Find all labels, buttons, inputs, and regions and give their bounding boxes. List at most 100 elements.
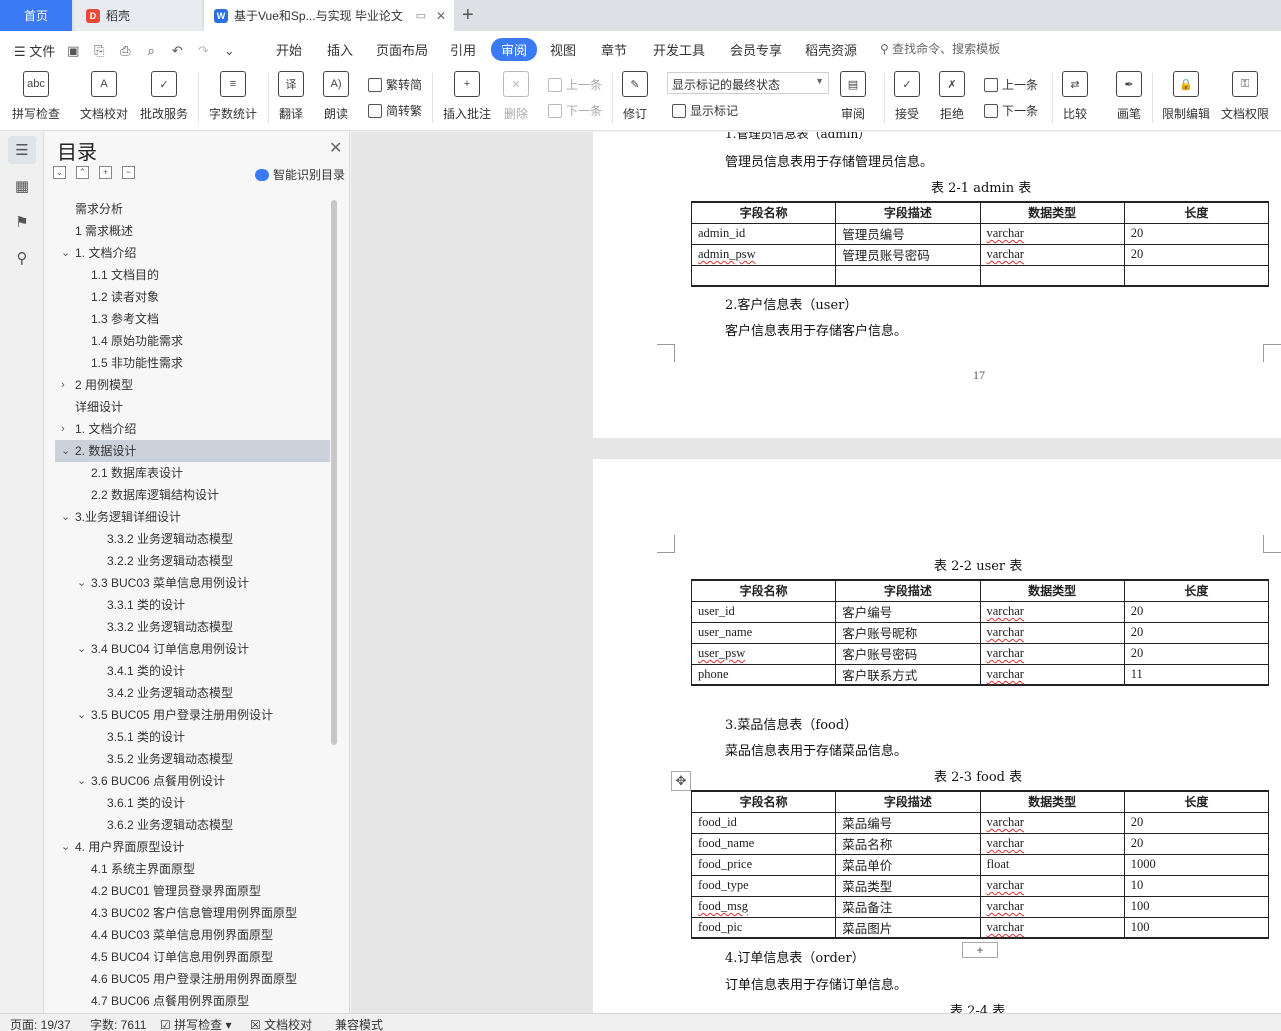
menu-tab-layout[interactable]: 页面布局 xyxy=(376,40,428,59)
toc-item[interactable]: 4.7 BUC06 点餐用例界面原型 xyxy=(55,990,330,1012)
table-cell[interactable]: 11 xyxy=(1123,663,1270,686)
table-move-handle-icon[interactable]: ✥ xyxy=(671,771,691,791)
table-cell[interactable]: varchar xyxy=(979,832,1125,855)
toc-item[interactable]: 3.6.1 类的设计 xyxy=(55,792,330,814)
page-indicator[interactable]: 页面: 19/37 xyxy=(10,1016,71,1031)
chevron-right-icon[interactable]: › xyxy=(61,418,65,440)
table-cell[interactable]: varchar xyxy=(979,916,1125,939)
toc-item[interactable]: 3.5.1 类的设计 xyxy=(55,726,330,748)
undo-icon[interactable]: ↶ xyxy=(169,43,185,59)
toc-item[interactable]: ⌄ 1. 文档介绍 xyxy=(55,242,330,264)
simp-to-trad-button[interactable]: 简转繁 xyxy=(368,102,422,119)
menu-tab-home[interactable]: 开始 xyxy=(276,40,302,59)
table-cell[interactable]: 20 xyxy=(1123,811,1270,834)
table-cell[interactable]: 10 xyxy=(1123,874,1270,897)
toc-item[interactable]: 2.1 数据库表设计 xyxy=(55,462,330,484)
toc-item[interactable]: 3.4.2 业务逻辑动态模型 xyxy=(55,682,330,704)
table-cell[interactable]: admin_id xyxy=(690,222,837,245)
toc-pane-icon[interactable]: ☰ xyxy=(8,136,36,164)
table-cell[interactable]: food_id xyxy=(690,811,837,834)
table-cell[interactable]: 管理员编号 xyxy=(835,222,981,245)
table-cell[interactable] xyxy=(835,264,981,287)
chevron-down-icon[interactable]: ⌄ xyxy=(61,836,70,858)
toc-scrollbar[interactable] xyxy=(331,200,337,745)
menu-tab-resources[interactable]: 稻壳资源 xyxy=(805,40,857,59)
toc-item[interactable]: 4.3 BUC02 客户信息管理用例界面原型 xyxy=(55,902,330,924)
table-cell[interactable]: varchar xyxy=(979,663,1125,686)
table-cell[interactable]: 客户账号密码 xyxy=(835,642,981,665)
review-pane-button[interactable]: ▤ 审阅 xyxy=(840,71,866,122)
chapter-nav-icon[interactable]: ▦ xyxy=(8,172,36,200)
smart-toc-button[interactable]: 智能识别目录 xyxy=(255,166,345,183)
present-icon[interactable]: ▭ xyxy=(416,9,426,22)
toc-item[interactable]: ⌄ 3.4 BUC04 订单信息用例设计 xyxy=(55,638,330,660)
menu-tab-view[interactable]: 视图 xyxy=(550,40,576,59)
toc-item[interactable]: 1 需求概述 xyxy=(55,220,330,242)
table-cell[interactable]: admin_psw xyxy=(690,243,837,266)
toc-item[interactable]: 4.4 BUC03 菜单信息用例界面原型 xyxy=(55,924,330,946)
table-cell[interactable]: 20 xyxy=(1123,600,1270,623)
collapse-all-icon[interactable]: ⌄ xyxy=(53,166,66,179)
toc-item[interactable]: ⌄ 3.3 BUC03 菜单信息用例设计 xyxy=(55,572,330,594)
close-tab-icon[interactable]: ✕ xyxy=(436,9,446,23)
compare-button[interactable]: ⇄ 比较 xyxy=(1062,71,1088,122)
table-cell[interactable]: 20 xyxy=(1123,832,1270,855)
track-changes-button[interactable]: ✎ 修订 xyxy=(622,71,648,122)
table-cell[interactable]: varchar xyxy=(979,811,1125,834)
menu-tab-insert[interactable]: 插入 xyxy=(327,40,353,59)
translate-button[interactable]: 译翻译 xyxy=(278,71,304,122)
table-cell[interactable]: 20 xyxy=(1123,243,1270,266)
trad-to-simp-button[interactable]: 繁转简 xyxy=(368,76,422,93)
admin-table[interactable]: 字段名称 字段描述 数据类型 长度 admin_id 管理员编号 varchar 20 admi… xyxy=(690,201,1270,287)
menu-tab-member[interactable]: 会员专享 xyxy=(730,40,782,59)
table-cell[interactable]: user_id xyxy=(690,600,837,623)
chevron-down-icon[interactable]: ⌄ xyxy=(77,572,86,594)
table-cell[interactable]: 20 xyxy=(1123,621,1270,644)
chevron-right-icon[interactable]: › xyxy=(61,374,65,396)
remove-heading-icon[interactable]: − xyxy=(122,166,135,179)
toc-item[interactable]: 需求分析 xyxy=(55,198,330,220)
next-change-button[interactable]: 下一条 xyxy=(984,102,1038,119)
accept-button[interactable]: ✓ 接受 xyxy=(894,71,920,122)
toc-item[interactable]: 4.2 BUC01 管理员登录界面原型 xyxy=(55,880,330,902)
toc-item[interactable]: 3.3.1 类的设计 xyxy=(55,594,330,616)
chevron-down-icon[interactable]: ⌄ xyxy=(61,440,70,462)
proof-status[interactable]: ☒ 文档校对 xyxy=(250,1016,312,1031)
toc-item[interactable]: 3.3.2 业务逻辑动态模型 xyxy=(55,616,330,638)
table-cell[interactable]: varchar xyxy=(979,222,1125,245)
add-row-button[interactable]: + xyxy=(962,942,998,958)
chevron-down-icon[interactable]: ⌄ xyxy=(77,704,86,726)
toc-item[interactable]: 4.6 BUC05 用户登录注册用例界面原型 xyxy=(55,968,330,990)
toc-item[interactable]: 详细设计 xyxy=(55,396,330,418)
table-cell[interactable]: 客户账号昵称 xyxy=(835,621,981,644)
table-cell[interactable]: food_pic xyxy=(690,916,837,939)
table-cell[interactable]: 100 xyxy=(1123,916,1270,939)
insert-comment-button[interactable]: + 插入批注 xyxy=(443,71,491,122)
chevron-down-icon[interactable]: ⌄ xyxy=(77,638,86,660)
toc-item[interactable]: ⌄ 2. 数据设计 xyxy=(55,440,330,462)
toc-item[interactable]: 1.5 非功能性需求 xyxy=(55,352,330,374)
table-cell[interactable]: 菜品编号 xyxy=(835,811,981,834)
table-cell[interactable]: 菜品类型 xyxy=(835,874,981,897)
food-table[interactable]: 字段名称 字段描述 数据类型 长度 food_id 菜品编号 varchar 20 food_n… xyxy=(690,790,1270,939)
show-markup-button[interactable]: 显示标记 xyxy=(672,102,738,119)
table-cell[interactable]: varchar xyxy=(979,874,1125,897)
table-cell[interactable]: varchar xyxy=(979,243,1125,266)
word-count-button[interactable]: ≡ 字数统计 xyxy=(209,71,257,122)
table-cell[interactable]: 客户联系方式 xyxy=(835,663,981,686)
chevron-down-icon[interactable]: ⌄ xyxy=(77,770,86,792)
save-icon[interactable]: ▣ xyxy=(65,43,81,59)
table-cell[interactable] xyxy=(690,264,837,287)
doc-permission-button[interactable]: ⚿ 文档权限 xyxy=(1221,71,1269,122)
table-cell[interactable]: float xyxy=(979,853,1125,876)
table-cell[interactable]: user_psw xyxy=(690,642,837,665)
table-cell[interactable]: 菜品名称 xyxy=(835,832,981,855)
delete-comment-button[interactable]: ✕ 删除 xyxy=(503,71,529,122)
file-menu[interactable]: ☰ 文件 xyxy=(14,41,55,60)
toc-item[interactable]: 1.3 参考文档 xyxy=(55,308,330,330)
tab-document[interactable]: W 基于Vue和Sp...与实现 毕业论文 ▭ ✕ xyxy=(204,0,454,31)
reject-button[interactable]: ✗ 拒绝 xyxy=(939,71,965,122)
toc-item[interactable]: 3.2.2 业务逻辑动态模型 xyxy=(55,550,330,572)
table-cell[interactable]: 20 xyxy=(1123,642,1270,665)
menu-tab-review[interactable]: 审阅 xyxy=(491,38,538,61)
